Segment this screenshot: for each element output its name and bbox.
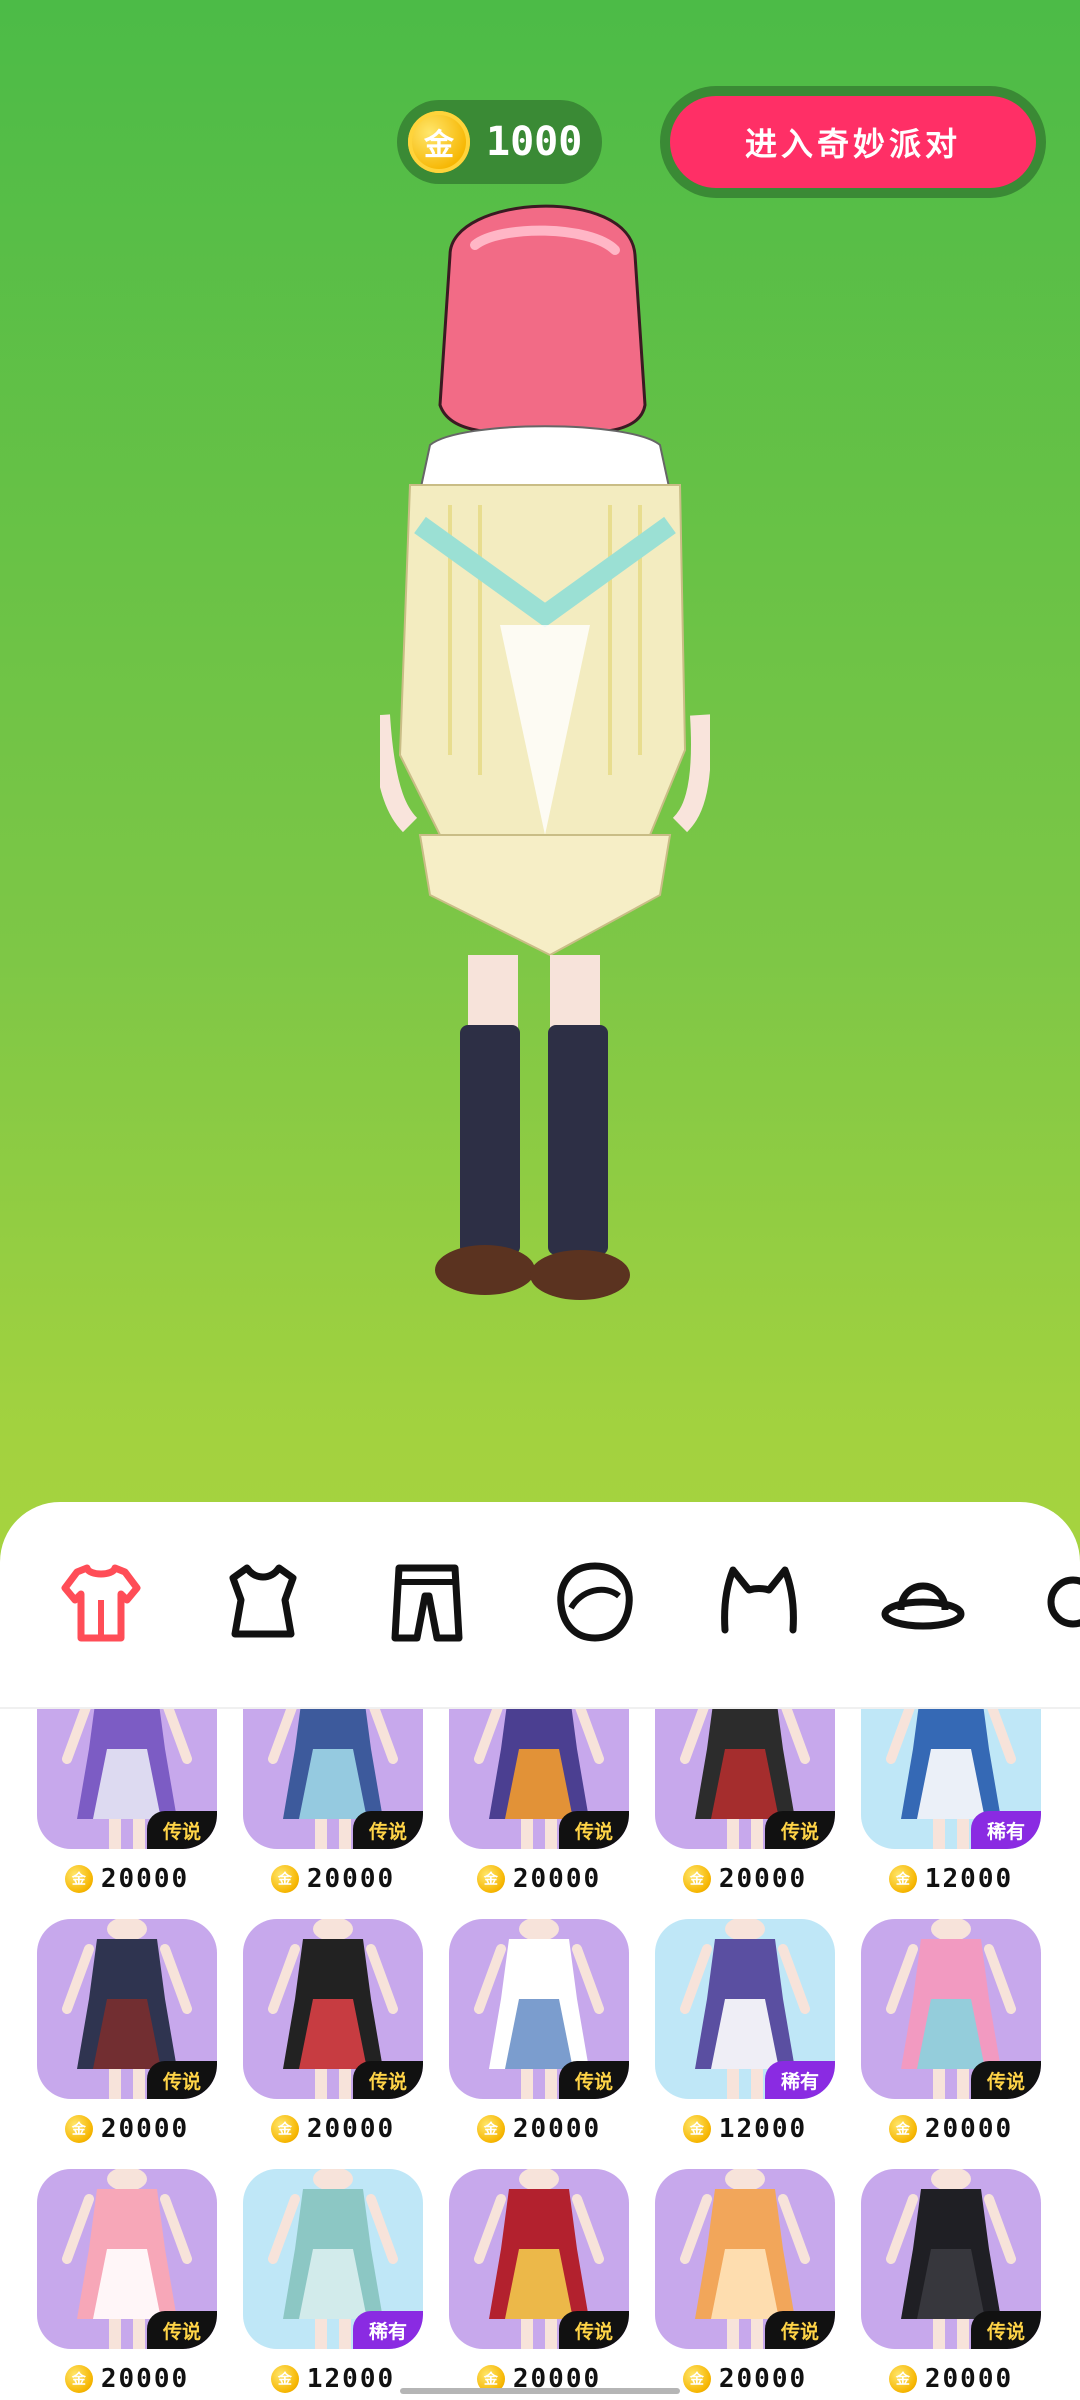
price-tag: 金 20000 [37, 2361, 217, 2397]
gold-coin-icon: 金 [64, 2115, 93, 2143]
coin-balance-pill: 金 1000 [397, 100, 602, 184]
tab-cat-ears[interactable] [714, 1552, 804, 1652]
enter-party-label: 进入奇妙派对 [670, 96, 1036, 188]
tab-top[interactable] [218, 1552, 308, 1652]
price-tag: 金 12000 [655, 2111, 835, 2147]
price-value: 20000 [512, 1864, 602, 1894]
outfit-card[interactable]: 传说 [861, 2169, 1041, 2349]
category-tabs [0, 1502, 1080, 1702]
price-value: 12000 [718, 2114, 808, 2144]
pants-icon [391, 1564, 463, 1642]
price-value: 20000 [100, 2364, 190, 2394]
outfit-card[interactable]: 稀有 [655, 1919, 835, 2099]
price-value: 20000 [100, 2114, 190, 2144]
gold-coin-icon: 金 [64, 1865, 93, 1893]
price-tag: 金 20000 [655, 2361, 835, 2397]
outfit-card[interactable]: 传说 [655, 2169, 835, 2349]
gold-coin-icon: 金 [682, 2115, 711, 2143]
tab-hat[interactable] [878, 1552, 968, 1652]
outfit-item[interactable]: 传说金 20000 [655, 2169, 835, 2400]
price-tag: 金 12000 [861, 1861, 1041, 1897]
outfit-grid: 传说金 20000 传说金 20000 传说金 20000 传说金 20000 稀有金 12000… [0, 1709, 1080, 2400]
enter-party-button[interactable]: 进入奇妙派对 [660, 86, 1046, 198]
character-illustration [370, 204, 711, 1300]
gold-coin-icon: 金 [408, 111, 470, 173]
outfit-item[interactable]: 传说金 20000 [861, 2169, 1041, 2400]
gold-coin-icon: 金 [888, 1865, 917, 1893]
outfit-card[interactable]: 传说 [243, 1709, 423, 1849]
price-tag: 金 20000 [243, 2111, 423, 2147]
gold-coin-icon: 金 [476, 2115, 505, 2143]
outfit-card[interactable]: 传说 [243, 1919, 423, 2099]
outfit-item[interactable]: 传说金 20000 [449, 1709, 629, 1909]
outfit-card[interactable]: 传说 [655, 1709, 835, 1849]
outfit-item[interactable]: 稀有金 12000 [243, 2169, 423, 2400]
price-tag: 金 20000 [37, 1861, 217, 1897]
cat-ears-icon [721, 1566, 797, 1634]
outfit-item[interactable]: 传说金 20000 [243, 1709, 423, 1909]
gold-coin-icon: 金 [888, 2115, 917, 2143]
price-value: 20000 [718, 1864, 808, 1894]
price-value: 20000 [306, 1864, 396, 1894]
outfit-card[interactable]: 传说 [37, 1919, 217, 2099]
price-tag: 金 20000 [243, 1861, 423, 1897]
outfit-item[interactable]: 传说金 20000 [861, 1919, 1041, 2159]
gold-coin-icon: 金 [270, 2365, 299, 2393]
hat-icon [881, 1582, 965, 1630]
price-tag: 金 20000 [861, 2111, 1041, 2147]
outfit-item[interactable]: 传说金 20000 [655, 1709, 835, 1909]
gold-coin-icon: 金 [888, 2365, 917, 2393]
coin-balance: 1000 [486, 119, 583, 165]
gold-coin-icon: 金 [270, 2115, 299, 2143]
tab-hair[interactable] [550, 1552, 640, 1652]
outfit-card[interactable]: 传说 [37, 1709, 217, 1849]
outfit-item[interactable]: 稀有金 12000 [861, 1709, 1041, 1909]
price-tag: 金 20000 [449, 1861, 629, 1897]
outfit-item[interactable]: 传说金 20000 [449, 1919, 629, 2159]
accessory-icon [1047, 1576, 1080, 1628]
outfit-card[interactable]: 传说 [449, 1709, 629, 1849]
price-value: 20000 [512, 2114, 602, 2144]
top-icon [229, 1564, 297, 1638]
outfit-item[interactable]: 稀有金 12000 [655, 1919, 835, 2159]
gold-coin-icon: 金 [270, 1865, 299, 1893]
price-value: 20000 [100, 1864, 190, 1894]
outfit-card[interactable]: 传说 [37, 2169, 217, 2349]
outfit-item[interactable]: 传说金 20000 [37, 2169, 217, 2400]
outfit-card[interactable]: 传说 [449, 1919, 629, 2099]
outfit-card[interactable]: 传说 [449, 2169, 629, 2349]
price-value: 20000 [924, 2114, 1014, 2144]
tab-pants[interactable] [382, 1552, 472, 1652]
gold-coin-icon: 金 [476, 1865, 505, 1893]
gold-coin-icon: 金 [682, 2365, 711, 2393]
hair-icon [557, 1562, 633, 1642]
outfit-card[interactable]: 稀有 [243, 2169, 423, 2349]
gold-coin-icon: 金 [64, 2365, 93, 2393]
price-value: 12000 [924, 1864, 1014, 1894]
price-tag: 金 20000 [37, 2111, 217, 2147]
price-value: 12000 [306, 2364, 396, 2394]
home-indicator[interactable] [400, 2388, 680, 2394]
outfit-item[interactable]: 传说金 20000 [449, 2169, 629, 2400]
wardrobe-panel: 传说金 20000 传说金 20000 传说金 20000 传说金 20000 稀有金 12000… [0, 1502, 1080, 2400]
outfit-card[interactable]: 传说 [861, 1919, 1041, 2099]
tab-accessory[interactable] [1040, 1552, 1080, 1652]
price-value: 20000 [924, 2364, 1014, 2394]
tab-dress[interactable] [56, 1552, 146, 1652]
price-tag: 金 20000 [655, 1861, 835, 1897]
price-tag: 金 20000 [861, 2361, 1041, 2397]
price-tag: 金 20000 [449, 2111, 629, 2147]
dress-icon [61, 1564, 141, 1642]
outfit-item[interactable]: 传说金 20000 [243, 1919, 423, 2159]
outfit-item[interactable]: 传说金 20000 [37, 1709, 217, 1909]
outfit-card[interactable]: 稀有 [861, 1709, 1041, 1849]
gold-coin-icon: 金 [682, 1865, 711, 1893]
price-value: 20000 [718, 2364, 808, 2394]
avatar-character[interactable] [370, 195, 711, 1305]
price-tag: 金 12000 [243, 2361, 423, 2397]
price-value: 20000 [306, 2114, 396, 2144]
outfit-item[interactable]: 传说金 20000 [37, 1919, 217, 2159]
